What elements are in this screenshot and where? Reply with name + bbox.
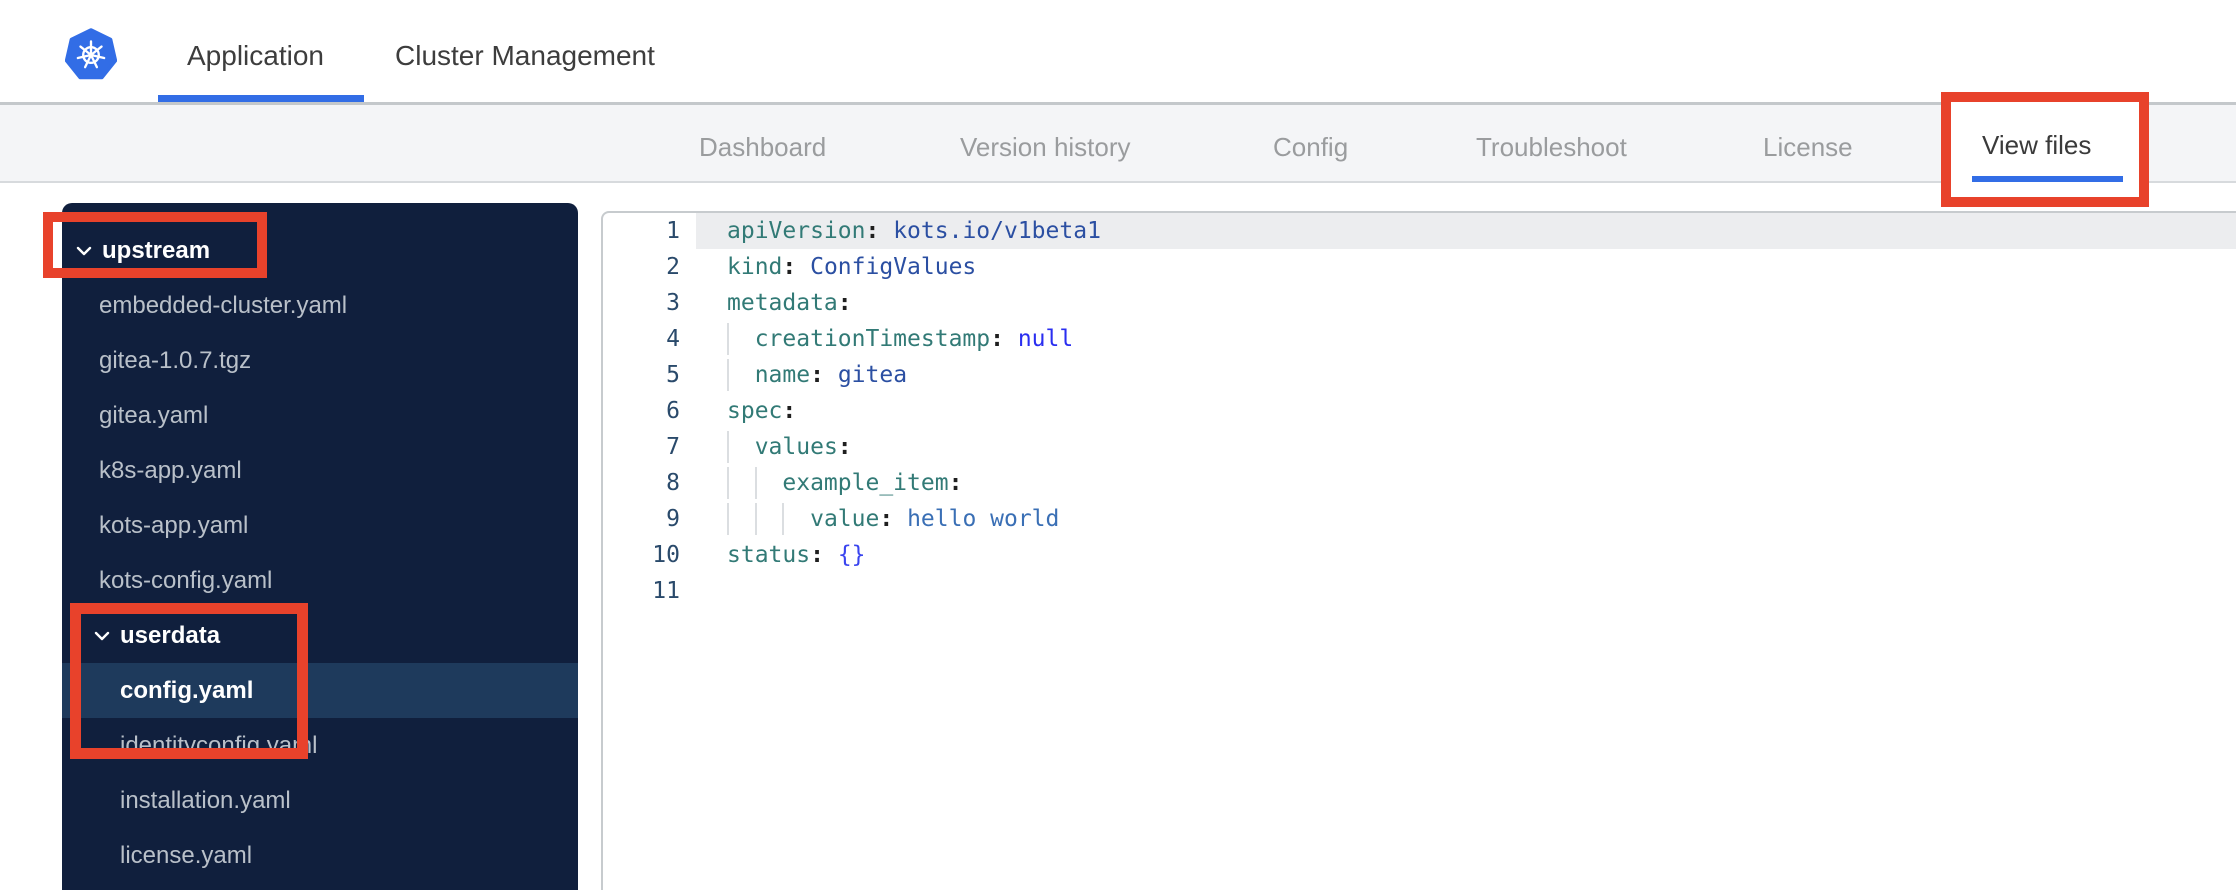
tree-file-gitea.yaml[interactable]: gitea.yaml — [62, 388, 578, 443]
indent-guide — [727, 467, 729, 499]
active-nav-underline — [1972, 176, 2123, 182]
code-text: status: {} — [727, 542, 866, 568]
line-number: 8 — [666, 470, 680, 496]
tree-file-k8s-app.yaml[interactable]: k8s-app.yaml — [62, 443, 578, 498]
code-line-4: 4 creationTimestamp: null — [603, 321, 2236, 357]
nav-item-license[interactable]: License — [1763, 132, 1853, 163]
code-text: creationTimestamp: null — [696, 321, 2236, 357]
top-bar: Application Cluster Management — [0, 0, 2236, 105]
code-line-6: 6 spec: — [603, 393, 2236, 429]
annotation-box-view-files: View files — [1941, 92, 2149, 207]
line-number: 7 — [666, 434, 680, 460]
tab-cluster-management[interactable]: Cluster Management — [395, 40, 655, 72]
code-text: kind: ConfigValues — [727, 254, 977, 280]
code-line-1: 1 apiVersion: kots.io/v1beta1 — [603, 213, 2236, 249]
code-line-3: 3 metadata: — [603, 285, 2236, 321]
code-lines: 1 apiVersion: kots.io/v1beta1 2 kind: Confi… — [603, 213, 2236, 609]
line-number: 11 — [652, 578, 680, 604]
code-text: example_item: — [696, 465, 2236, 501]
tree-item-label: kots-app.yaml — [99, 511, 249, 539]
indent-guide — [782, 503, 785, 535]
line-number: 10 — [652, 542, 680, 568]
file-tree-sidebar: upstream embedded-cluster.yaml gitea-1.0.7… — [62, 203, 578, 890]
tree-file-config.yaml[interactable]: config.yaml — [62, 663, 578, 718]
tree-folder-upstream[interactable]: upstream — [62, 223, 578, 278]
tree-item-label: gitea.yaml — [99, 401, 209, 429]
indent-guide — [727, 503, 729, 535]
file-tree: upstream embedded-cluster.yaml gitea-1.0.7… — [62, 223, 578, 883]
tree-file-gitea-1.0.7.tgz[interactable]: gitea-1.0.7.tgz — [62, 333, 578, 388]
nav-item-view-files[interactable]: View files — [1982, 130, 2091, 161]
code-text: apiVersion: kots.io/v1beta1 — [696, 213, 2236, 249]
app-nav-bar: Dashboard Version history Config Trouble… — [0, 105, 2236, 183]
tree-file-embedded-cluster.yaml[interactable]: embedded-cluster.yaml — [62, 278, 578, 333]
code-line-7: 7 values: — [603, 429, 2236, 465]
tree-file-installation.yaml[interactable]: installation.yaml — [62, 773, 578, 828]
code-line-10: 10 status: {} — [603, 537, 2236, 573]
tab-application[interactable]: Application — [187, 40, 324, 72]
nav-item-dashboard[interactable]: Dashboard — [699, 132, 826, 163]
code-text: value: hello world — [696, 501, 2236, 537]
indent-guide — [754, 467, 757, 499]
tree-file-identityconfig.yaml[interactable]: identityconfig.yaml — [62, 718, 578, 773]
tree-item-label: k8s-app.yaml — [99, 456, 242, 484]
code-text: name: gitea — [696, 357, 2236, 393]
line-number: 6 — [666, 398, 680, 424]
tree-item-label: upstream — [102, 236, 211, 264]
code-text: spec: — [727, 398, 797, 424]
code-text: metadata: — [727, 290, 852, 316]
tree-folder-userdata[interactable]: userdata — [62, 608, 578, 663]
tree-file-kots-app.yaml[interactable]: kots-app.yaml — [62, 498, 578, 553]
indent-guide — [727, 431, 729, 463]
file-content-editor[interactable]: 1 apiVersion: kots.io/v1beta1 2 kind: Confi… — [601, 211, 2236, 890]
kots-admin-console: Application Cluster Management Dashboard… — [0, 0, 2236, 890]
code-line-8: 8 example_item: — [603, 465, 2236, 501]
code-text: values: — [696, 429, 2236, 465]
line-number: 4 — [666, 326, 680, 352]
line-number: 3 — [666, 290, 680, 316]
nav-item-version-history[interactable]: Version history — [960, 132, 1131, 163]
line-number: 5 — [666, 362, 680, 388]
kubernetes-logo-icon — [65, 28, 117, 80]
tree-item-label: identityconfig.yaml — [120, 731, 318, 759]
tree-item-label: embedded-cluster.yaml — [99, 291, 348, 319]
chevron-down-icon — [76, 246, 92, 255]
indent-guide — [727, 359, 729, 391]
line-number: 9 — [666, 506, 680, 532]
tree-file-license.yaml[interactable]: license.yaml — [62, 828, 578, 883]
tree-item-label: installation.yaml — [120, 786, 291, 814]
code-line-5: 5 name: gitea — [603, 357, 2236, 393]
chevron-down-icon — [92, 628, 112, 644]
indent-guide — [754, 503, 757, 535]
chevron-down-icon — [74, 243, 94, 259]
tree-item-label: gitea-1.0.7.tgz — [99, 346, 252, 374]
chevron-down-icon — [94, 631, 110, 640]
tree-item-label: config.yaml — [120, 676, 254, 704]
tree-item-label: userdata — [120, 621, 221, 649]
code-line-2: 2 kind: ConfigValues — [603, 249, 2236, 285]
code-line-9: 9 value: hello world — [603, 501, 2236, 537]
tree-file-kots-config.yaml[interactable]: kots-config.yaml — [62, 553, 578, 608]
line-number: 1 — [666, 218, 680, 244]
line-number: 2 — [666, 254, 680, 280]
nav-item-troubleshoot[interactable]: Troubleshoot — [1476, 132, 1627, 163]
nav-item-config[interactable]: Config — [1273, 132, 1348, 163]
tree-item-label: kots-config.yaml — [99, 566, 273, 594]
indent-guide — [727, 323, 729, 355]
tree-item-label: license.yaml — [120, 841, 253, 869]
active-tab-underline — [158, 95, 364, 102]
code-line-11: 11 — [603, 573, 2236, 609]
